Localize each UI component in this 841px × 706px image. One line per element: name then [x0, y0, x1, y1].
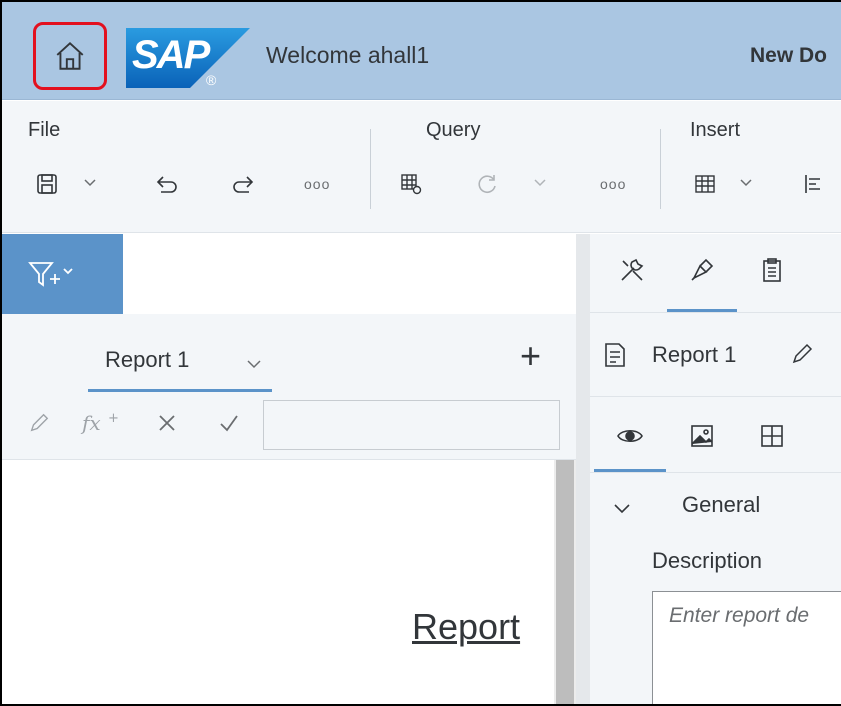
add-report-button[interactable]: +: [520, 338, 541, 374]
toolbar-separator: [660, 129, 661, 209]
tab-view[interactable]: [612, 418, 648, 454]
tab-layout[interactable]: [754, 418, 790, 454]
tab-tools[interactable]: [614, 252, 650, 288]
report-tab-bar: Report 1 +: [2, 314, 576, 392]
refresh-button[interactable]: [472, 169, 502, 199]
app-frame: SAP ® Welcome ahall1 New Do File Query I…: [0, 0, 841, 706]
tools-icon: [621, 258, 644, 281]
svg-text:+: +: [108, 411, 119, 426]
toolbar-group-insert: Insert: [690, 119, 741, 141]
section-general-title[interactable]: General: [682, 492, 760, 518]
eye-icon: [617, 429, 643, 443]
file-more-button[interactable]: ooo: [304, 176, 330, 192]
toolbar-group-query: Query: [426, 119, 481, 141]
insert-table-chevron-icon[interactable]: [738, 174, 754, 190]
report-panel: Report 1 + fx + Report: [2, 234, 576, 704]
tab-image[interactable]: [684, 418, 720, 454]
pencil-icon: [30, 413, 49, 432]
filter-button[interactable]: [2, 234, 123, 314]
toolbar-separator: [370, 129, 371, 209]
canvas-scrollbar[interactable]: [554, 460, 576, 704]
rename-report-button[interactable]: [790, 342, 814, 366]
save-icon: [37, 174, 57, 194]
save-button[interactable]: [32, 169, 62, 199]
divider: [590, 472, 841, 473]
description-field[interactable]: Enter report de: [652, 591, 841, 704]
divider: [590, 396, 841, 397]
side-panel: Report 1 General Description Enter repor…: [590, 234, 841, 704]
clipboard-icon: [763, 258, 781, 282]
refresh-icon: [478, 175, 496, 193]
home-icon: [56, 41, 84, 70]
pencil-icon: [792, 343, 813, 364]
sap-logo-text: SAP: [132, 33, 211, 77]
sap-logo-mark: ®: [206, 72, 217, 88]
chevron-down-icon[interactable]: [246, 356, 262, 372]
insert-table-button[interactable]: [690, 169, 720, 199]
description-label: Description: [652, 548, 763, 573]
home-button[interactable]: [33, 22, 107, 90]
formula-input[interactable]: [263, 400, 560, 450]
divider: [590, 312, 841, 313]
function-icon: fx +: [80, 411, 119, 435]
refresh-dropdown-chevron-icon[interactable]: [532, 174, 548, 190]
align-button[interactable]: [798, 169, 828, 199]
function-button[interactable]: fx +: [80, 408, 124, 438]
cancel-icon: [159, 415, 175, 431]
edit-formula-button[interactable]: [24, 408, 54, 438]
tab-report-1[interactable]: Report 1: [88, 344, 272, 392]
report-canvas[interactable]: Report: [2, 460, 554, 704]
save-dropdown-chevron-icon[interactable]: [82, 174, 98, 190]
query-settings-icon: [401, 174, 422, 195]
format-icon: [691, 258, 714, 281]
tab-report-1-label: Report 1: [105, 347, 190, 372]
chevron-down-icon: [614, 504, 630, 514]
toolbar: File Query Insert ooo ooo: [2, 101, 841, 233]
collapse-general-button[interactable]: [612, 498, 632, 518]
document-icon: [605, 343, 625, 367]
shell-header: SAP ® Welcome ahall1 New Do: [2, 2, 841, 100]
table-icon: [695, 175, 715, 193]
description-placeholder: Enter report de: [669, 604, 810, 627]
formula-bar: fx +: [2, 392, 576, 460]
welcome-text: Welcome ahall1: [266, 42, 430, 68]
svg-text:fx: fx: [80, 411, 101, 435]
image-icon: [691, 425, 713, 447]
tab-format[interactable]: [684, 252, 720, 288]
redo-icon: [233, 176, 254, 193]
query-settings-button[interactable]: [396, 169, 426, 199]
check-icon: [220, 415, 238, 432]
sap-logo: SAP ®: [126, 28, 250, 88]
query-more-button[interactable]: ooo: [600, 176, 626, 192]
undo-button[interactable]: [152, 169, 182, 199]
undo-icon: [156, 176, 177, 193]
redo-button[interactable]: [228, 169, 258, 199]
confirm-formula-button[interactable]: [214, 408, 244, 438]
panel-splitter[interactable]: [576, 234, 590, 704]
tab-data[interactable]: [754, 252, 790, 288]
toolbar-group-file: File: [28, 119, 61, 141]
document-title: New Do: [750, 44, 828, 67]
grid-icon: [761, 425, 783, 447]
cancel-formula-button[interactable]: [152, 408, 182, 438]
filter-icon: [28, 262, 73, 287]
scrollbar-thumb[interactable]: [556, 460, 574, 704]
report-name: Report 1: [652, 342, 737, 367]
align-icon: [805, 175, 820, 193]
report-title-text[interactable]: Report: [412, 606, 520, 648]
